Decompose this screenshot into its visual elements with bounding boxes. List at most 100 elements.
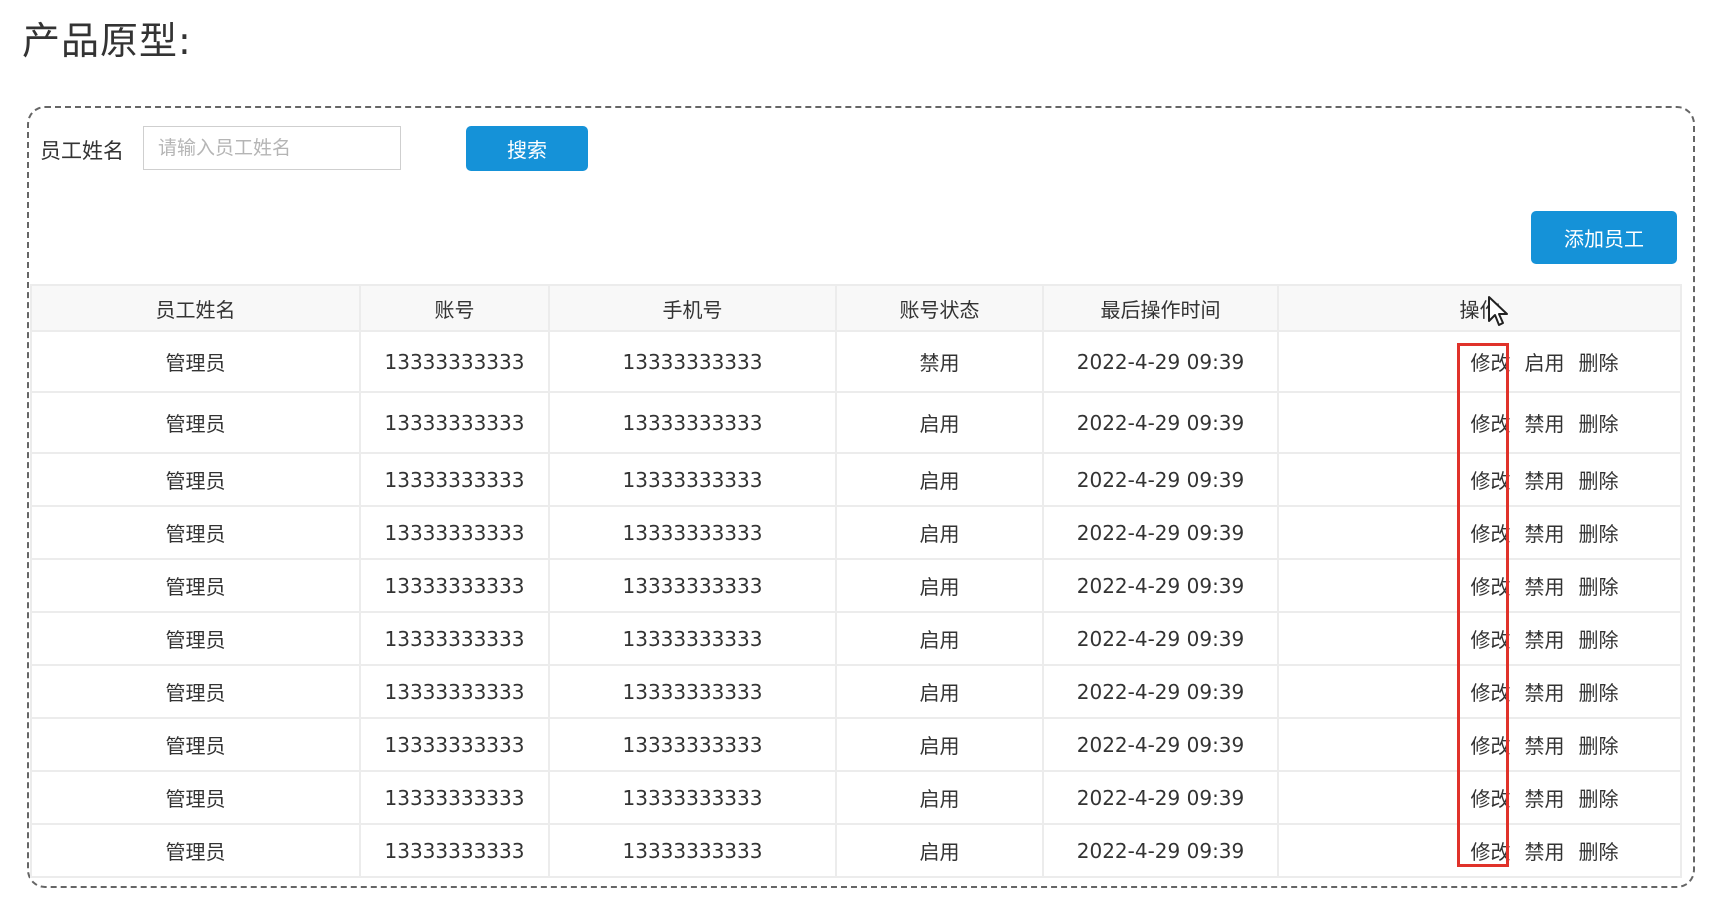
page-title: 产品原型: bbox=[22, 19, 192, 63]
table-row: 管理员 13333333333 13333333333 启用 2022-4-29 09:… bbox=[30, 770, 1682, 825]
delete-link[interactable]: 删除 bbox=[1579, 518, 1619, 547]
delete-link[interactable]: 删除 bbox=[1579, 677, 1619, 706]
cell-actions: 修改 禁用 删除 bbox=[1277, 558, 1682, 613]
table-row: 管理员 13333333333 13333333333 启用 2022-4-29 09:… bbox=[30, 611, 1682, 666]
cell-last-time: 2022-4-29 09:39 bbox=[1042, 452, 1279, 507]
cell-actions: 修改 禁用 删除 bbox=[1277, 452, 1682, 507]
search-button[interactable]: 搜索 bbox=[466, 126, 588, 171]
cell-status: 启用 bbox=[835, 664, 1044, 719]
toggle-status-link[interactable]: 禁用 bbox=[1525, 836, 1565, 865]
delete-link[interactable]: 删除 bbox=[1579, 408, 1619, 437]
delete-link[interactable]: 删除 bbox=[1579, 730, 1619, 759]
column-header-last-time: 最后操作时间 bbox=[1042, 284, 1279, 332]
cell-account: 13333333333 bbox=[359, 823, 550, 878]
column-header-name: 员工姓名 bbox=[30, 284, 361, 332]
cell-status: 启用 bbox=[835, 770, 1044, 825]
cell-account: 13333333333 bbox=[359, 611, 550, 666]
edit-link[interactable]: 修改 bbox=[1471, 624, 1511, 653]
cell-name: 管理员 bbox=[30, 823, 361, 878]
cell-actions: 修改 禁用 删除 bbox=[1277, 823, 1682, 878]
cell-actions: 修改 禁用 删除 bbox=[1277, 391, 1682, 454]
cell-status: 启用 bbox=[835, 505, 1044, 560]
edit-link[interactable]: 修改 bbox=[1471, 347, 1511, 376]
table-row: 管理员 13333333333 13333333333 启用 2022-4-29 09:… bbox=[30, 717, 1682, 772]
delete-link[interactable]: 删除 bbox=[1579, 783, 1619, 812]
cell-last-time: 2022-4-29 09:39 bbox=[1042, 770, 1279, 825]
table-header-row: 员工姓名 账号 手机号 账号状态 最后操作时间 操作 bbox=[30, 284, 1682, 332]
cell-name: 管理员 bbox=[30, 330, 361, 393]
cell-account: 13333333333 bbox=[359, 558, 550, 613]
cell-name: 管理员 bbox=[30, 717, 361, 772]
toggle-status-link[interactable]: 禁用 bbox=[1525, 571, 1565, 600]
cell-phone: 13333333333 bbox=[548, 330, 837, 393]
cell-name: 管理员 bbox=[30, 770, 361, 825]
row-actions: 修改 禁用 删除 bbox=[1279, 677, 1680, 706]
toggle-status-link[interactable]: 禁用 bbox=[1525, 624, 1565, 653]
cell-status: 启用 bbox=[835, 717, 1044, 772]
row-actions: 修改 禁用 删除 bbox=[1279, 571, 1680, 600]
cell-status: 启用 bbox=[835, 823, 1044, 878]
delete-link[interactable]: 删除 bbox=[1579, 624, 1619, 653]
table-row: 管理员 13333333333 13333333333 启用 2022-4-29 09:… bbox=[30, 823, 1682, 878]
cell-phone: 13333333333 bbox=[548, 664, 837, 719]
toggle-status-link[interactable]: 启用 bbox=[1525, 347, 1565, 376]
column-header-actions: 操作 bbox=[1277, 284, 1682, 332]
toggle-status-link[interactable]: 禁用 bbox=[1525, 730, 1565, 759]
cell-actions: 修改 禁用 删除 bbox=[1277, 611, 1682, 666]
cell-account: 13333333333 bbox=[359, 391, 550, 454]
edit-link[interactable]: 修改 bbox=[1471, 518, 1511, 547]
search-label: 员工姓名 bbox=[40, 139, 124, 163]
edit-link[interactable]: 修改 bbox=[1471, 465, 1511, 494]
cell-phone: 13333333333 bbox=[548, 558, 837, 613]
row-actions: 修改 禁用 删除 bbox=[1279, 730, 1680, 759]
toggle-status-link[interactable]: 禁用 bbox=[1525, 677, 1565, 706]
row-actions: 修改 禁用 删除 bbox=[1279, 465, 1680, 494]
cell-status: 启用 bbox=[835, 452, 1044, 507]
cell-phone: 13333333333 bbox=[548, 505, 837, 560]
table-row: 管理员 13333333333 13333333333 启用 2022-4-29 09:… bbox=[30, 505, 1682, 560]
toggle-status-link[interactable]: 禁用 bbox=[1525, 783, 1565, 812]
delete-link[interactable]: 删除 bbox=[1579, 347, 1619, 376]
column-header-phone: 手机号 bbox=[548, 284, 837, 332]
cell-status: 启用 bbox=[835, 558, 1044, 613]
row-actions: 修改 禁用 删除 bbox=[1279, 624, 1680, 653]
cell-name: 管理员 bbox=[30, 505, 361, 560]
delete-link[interactable]: 删除 bbox=[1579, 836, 1619, 865]
column-header-status: 账号状态 bbox=[835, 284, 1044, 332]
delete-link[interactable]: 删除 bbox=[1579, 571, 1619, 600]
cell-last-time: 2022-4-29 09:39 bbox=[1042, 717, 1279, 772]
cell-last-time: 2022-4-29 09:39 bbox=[1042, 823, 1279, 878]
table-row: 管理员 13333333333 13333333333 启用 2022-4-29 09:… bbox=[30, 452, 1682, 507]
cell-phone: 13333333333 bbox=[548, 452, 837, 507]
row-actions: 修改 禁用 删除 bbox=[1279, 408, 1680, 437]
edit-link[interactable]: 修改 bbox=[1471, 571, 1511, 600]
row-actions: 修改 禁用 删除 bbox=[1279, 836, 1680, 865]
cell-name: 管理员 bbox=[30, 558, 361, 613]
cell-name: 管理员 bbox=[30, 452, 361, 507]
cell-last-time: 2022-4-29 09:39 bbox=[1042, 330, 1279, 393]
edit-link[interactable]: 修改 bbox=[1471, 783, 1511, 812]
cell-actions: 修改 禁用 删除 bbox=[1277, 505, 1682, 560]
cell-status: 禁用 bbox=[835, 330, 1044, 393]
edit-link[interactable]: 修改 bbox=[1471, 677, 1511, 706]
cell-actions: 修改 启用 删除 bbox=[1277, 330, 1682, 393]
search-input[interactable] bbox=[143, 126, 401, 170]
edit-link[interactable]: 修改 bbox=[1471, 408, 1511, 437]
cell-account: 13333333333 bbox=[359, 717, 550, 772]
toggle-status-link[interactable]: 禁用 bbox=[1525, 408, 1565, 437]
edit-link[interactable]: 修改 bbox=[1471, 836, 1511, 865]
cell-phone: 13333333333 bbox=[548, 391, 837, 454]
edit-link[interactable]: 修改 bbox=[1471, 730, 1511, 759]
employee-table: 员工姓名 账号 手机号 账号状态 最后操作时间 操作 管理员 1333333333… bbox=[30, 284, 1682, 878]
cell-phone: 13333333333 bbox=[548, 770, 837, 825]
toggle-status-link[interactable]: 禁用 bbox=[1525, 518, 1565, 547]
mouse-pointer-icon bbox=[1488, 296, 1508, 326]
toggle-status-link[interactable]: 禁用 bbox=[1525, 465, 1565, 494]
delete-link[interactable]: 删除 bbox=[1579, 465, 1619, 494]
cell-last-time: 2022-4-29 09:39 bbox=[1042, 505, 1279, 560]
add-employee-button[interactable]: 添加员工 bbox=[1531, 211, 1677, 264]
cell-account: 13333333333 bbox=[359, 664, 550, 719]
table-row: 管理员 13333333333 13333333333 启用 2022-4-29 09:… bbox=[30, 664, 1682, 719]
cell-phone: 13333333333 bbox=[548, 717, 837, 772]
cell-name: 管理员 bbox=[30, 611, 361, 666]
